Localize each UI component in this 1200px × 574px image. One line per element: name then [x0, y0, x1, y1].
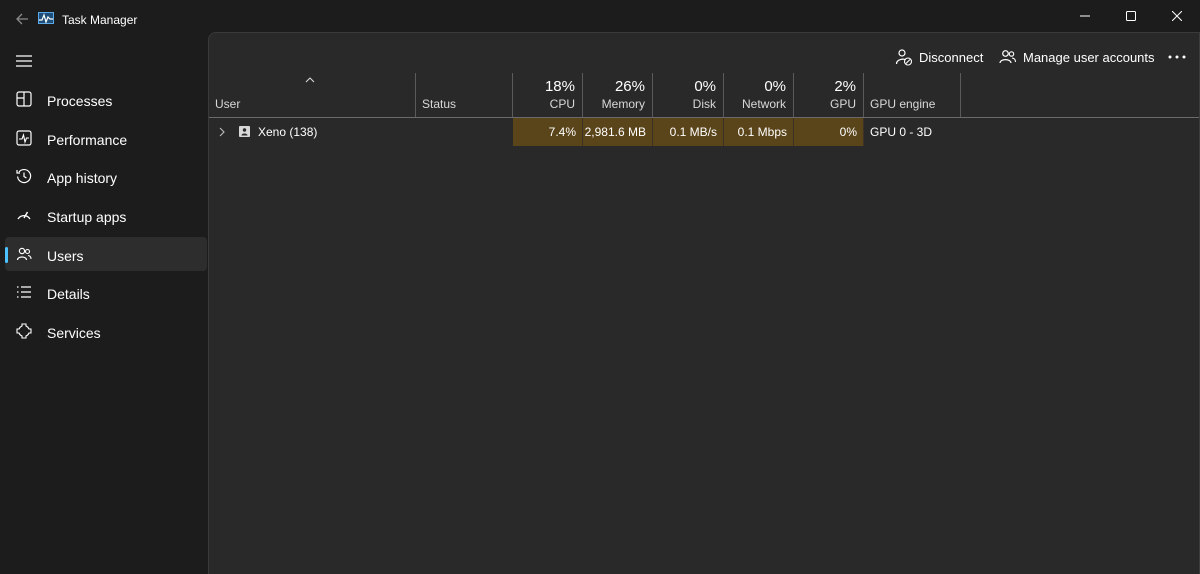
sidebar-item-details[interactable]: Details [5, 275, 207, 309]
status-cell [416, 118, 513, 146]
hamburger-menu-button[interactable] [12, 50, 36, 72]
performance-icon [15, 129, 33, 147]
network-cell: 0.1 Mbps [724, 118, 794, 146]
close-icon [1172, 11, 1182, 21]
processes-icon [15, 90, 33, 108]
column-label: Memory [601, 97, 645, 111]
sidebar-item-label: Startup apps [47, 209, 127, 226]
sidebar-item-label: Users [47, 247, 84, 264]
column-label: GPU [829, 97, 856, 111]
startup-apps-icon [15, 206, 33, 224]
sidebar-item-startup-apps[interactable]: Startup apps [5, 198, 207, 232]
column-label: GPU engine [870, 97, 936, 111]
sidebar-item-label: Services [47, 325, 101, 342]
more-options-icon [1168, 55, 1186, 59]
sidebar-item-label: Performance [47, 131, 128, 148]
title-bar: Task Manager [0, 0, 1200, 32]
disconnect-icon [895, 49, 913, 66]
column-label: Disk [692, 97, 716, 111]
users-panel: Disconnect Manage user accounts User Sta… [208, 32, 1200, 574]
hamburger-icon [16, 55, 32, 67]
disconnect-label: Disconnect [919, 49, 984, 65]
user-cell: Xeno (138) [209, 118, 416, 146]
disconnect-button[interactable]: Disconnect [895, 45, 983, 69]
sidebar-item-processes[interactable]: Processes [5, 82, 207, 116]
sidebar-nav: Processes Performance App history Startu… [5, 82, 207, 353]
column-percent: 2% [834, 78, 856, 95]
memory-cell: 2,981.6 MB [583, 118, 653, 146]
gpu-engine-cell: GPU 0 - 3D [870, 125, 933, 139]
table-row[interactable]: Xeno (138) 7.4% 2,981.6 MB 0.1 MB/s 0.1 … [209, 118, 1200, 146]
maximize-icon [1126, 11, 1136, 21]
user-name: Xeno (138) [258, 125, 318, 139]
gpu-cell: 0% [794, 118, 864, 146]
column-percent: 18% [544, 78, 575, 95]
close-button[interactable] [1154, 0, 1200, 32]
manage-user-accounts-button[interactable]: Manage user accounts [999, 45, 1155, 69]
details-icon [15, 283, 33, 301]
table-header: User Status 18% CPU 26% Memory 0% Disk 0… [209, 73, 1200, 118]
services-icon [15, 322, 33, 340]
column-header-gpu-engine[interactable]: GPU engine [864, 73, 961, 117]
sidebar-item-users[interactable]: Users [5, 236, 207, 271]
sidebar-item-label: App history [47, 170, 118, 187]
column-percent: 0% [764, 78, 786, 95]
column-label: Status [422, 97, 457, 111]
task-manager-icon [38, 12, 54, 24]
back-arrow-icon[interactable] [12, 8, 34, 30]
sidebar-item-services[interactable]: Services [5, 314, 207, 348]
sort-ascending-icon [305, 77, 315, 83]
column-header-memory[interactable]: 26% Memory [583, 73, 653, 117]
maximize-button[interactable] [1108, 0, 1154, 32]
users-icon [15, 245, 33, 263]
column-header-disk[interactable]: 0% Disk [653, 73, 724, 117]
more-options-button[interactable] [1165, 45, 1189, 69]
app-title: Task Manager [62, 13, 138, 27]
column-label: Network [741, 97, 786, 111]
column-header-cpu[interactable]: 18% CPU [513, 73, 583, 117]
chevron-right-icon[interactable] [217, 126, 227, 138]
column-percent: 0% [694, 78, 716, 95]
sidebar-item-performance[interactable]: Performance [5, 121, 207, 155]
manage-user-accounts-label: Manage user accounts [1023, 49, 1155, 65]
minimize-button[interactable] [1062, 0, 1108, 32]
sidebar-item-label: Details [47, 286, 90, 303]
sidebar-item-app-history[interactable]: App history [5, 159, 207, 193]
column-header-status[interactable]: Status [416, 73, 513, 117]
user-avatar-icon [239, 126, 250, 137]
column-header-user[interactable]: User [209, 73, 416, 117]
selected-indicator [5, 246, 8, 263]
column-header-gpu[interactable]: 2% GPU [794, 73, 864, 117]
disk-cell: 0.1 MB/s [653, 118, 724, 146]
column-header-network[interactable]: 0% Network [724, 73, 794, 117]
column-percent: 26% [614, 78, 645, 95]
users-table: User Status 18% CPU 26% Memory 0% Disk 0… [209, 73, 1200, 146]
manage-users-icon [999, 50, 1017, 64]
column-label: CPU [549, 97, 575, 111]
cpu-cell: 7.4% [513, 118, 583, 146]
sidebar-item-label: Processes [47, 93, 113, 109]
column-label: User [215, 97, 241, 111]
app-history-icon [15, 167, 33, 185]
minimize-icon [1080, 15, 1090, 17]
